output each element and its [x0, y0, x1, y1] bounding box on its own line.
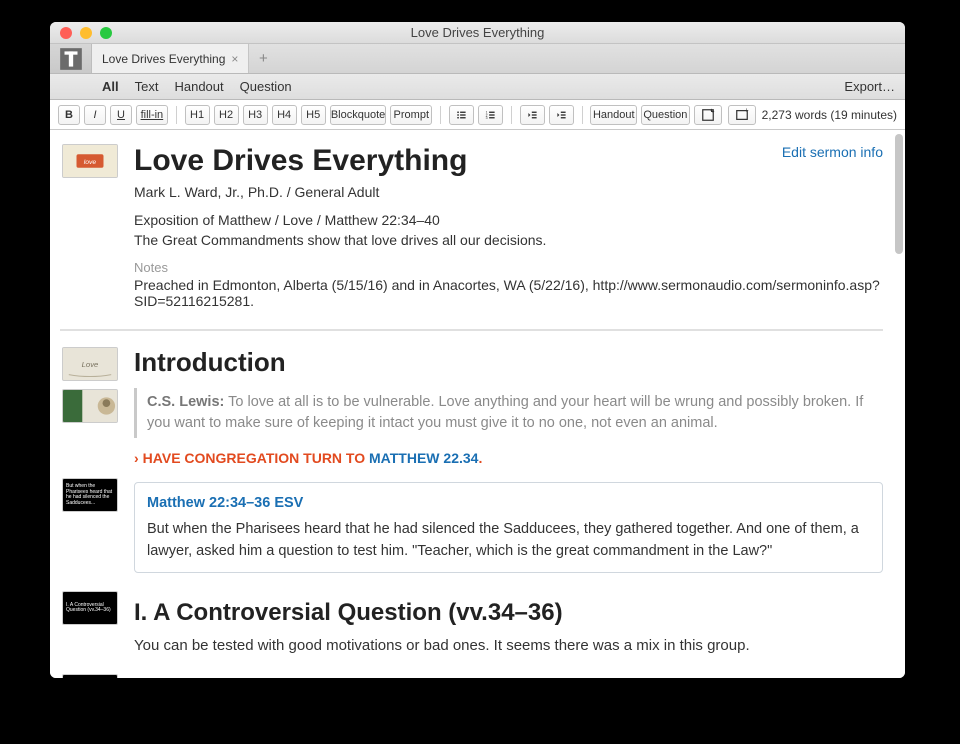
export-button[interactable]: Export… — [844, 79, 895, 94]
instruction-ref[interactable]: MATTHEW 22.34 — [369, 450, 478, 466]
svg-text:+: + — [744, 108, 748, 114]
chevron-right-icon: › — [134, 450, 139, 466]
insert-block-button[interactable] — [694, 105, 722, 125]
app-logo[interactable] — [50, 44, 92, 73]
new-tab-button[interactable]: + — [249, 44, 277, 73]
sermon-meta-1: Exposition of Matthew / Love / Matthew 2… — [134, 212, 883, 228]
separator — [511, 106, 512, 124]
svg-text:Love: Love — [82, 360, 99, 369]
scripture-reference[interactable]: Matthew 22:34–36 ESV — [147, 493, 870, 515]
italic-button[interactable]: I — [84, 105, 106, 125]
instruction-line[interactable]: ›HAVE CONGREGATION TURN TO MATTHEW 22.34… — [134, 450, 883, 466]
window-title: Love Drives Everything — [50, 25, 905, 40]
titlebar: Love Drives Everything — [50, 22, 905, 44]
svg-text:3: 3 — [486, 116, 488, 120]
separator — [440, 106, 441, 124]
filter-handout[interactable]: Handout — [174, 79, 223, 94]
h3-button[interactable]: H3 — [243, 105, 268, 125]
slide-thumbnail[interactable]: love — [62, 144, 118, 178]
blockquote-button[interactable]: Blockquote — [330, 105, 387, 125]
edit-sermon-info-link[interactable]: Edit sermon info — [782, 144, 883, 160]
intro-heading[interactable]: Introduction — [134, 347, 883, 378]
bullet-list-icon — [456, 108, 467, 122]
slide-thumbnail[interactable]: Good Question; Bad Motivation — [62, 674, 118, 678]
outdent-button[interactable] — [520, 105, 545, 125]
numbered-list-button[interactable]: 123 — [478, 105, 503, 125]
h2-button[interactable]: H2 — [214, 105, 239, 125]
byline: Mark L. Ward, Jr., Ph.D. / General Adult — [134, 184, 883, 200]
word-count: 2,273 words (19 minutes) — [762, 108, 897, 122]
h5-button[interactable]: H5 — [301, 105, 326, 125]
add-slide-icon: + — [735, 108, 749, 122]
filter-row: All Text Handout Question Export… — [50, 74, 905, 100]
filter-text[interactable]: Text — [135, 79, 159, 94]
outdent-icon — [527, 108, 538, 122]
question-button[interactable]: Question — [641, 105, 690, 125]
h1-button[interactable]: H1 — [185, 105, 210, 125]
separator — [176, 106, 177, 124]
document-title[interactable]: Love Drives Everything — [134, 144, 883, 178]
slide-thumbnail[interactable]: But when the Pharisees heard that he had… — [62, 478, 118, 512]
notes-label: Notes — [134, 260, 883, 275]
document-tab[interactable]: Love Drives Everything × — [92, 44, 249, 73]
slide-thumbnails-section1: I. A Controversial Question (vv.34–36) — [60, 591, 120, 625]
filter-question[interactable]: Question — [240, 79, 292, 94]
underline-button[interactable]: U — [110, 105, 132, 125]
section1-heading[interactable]: I. A Controversial Question (vv.34–36) — [134, 599, 883, 627]
filter-all[interactable]: All — [102, 79, 119, 94]
slide-thumbnail[interactable] — [62, 389, 118, 423]
format-toolbar: B I U fill-in H1 H2 H3 H4 H5 Blockquote … — [50, 100, 905, 130]
slide-thumbnail[interactable]: Love — [62, 347, 118, 381]
tabs-row: Love Drives Everything × + — [50, 44, 905, 74]
slide-thumbnails-sub: Good Question; Bad Motivation — [60, 674, 120, 678]
fillin-button[interactable]: fill-in — [136, 105, 168, 125]
scripture-text: But when the Pharisees heard that he had… — [147, 521, 859, 559]
insert-block-icon — [701, 108, 715, 122]
section1-body[interactable]: You can be tested with good motivations … — [134, 635, 883, 658]
document-content: love Edit sermon info Love Drives Everyt… — [50, 130, 905, 678]
scrollbar[interactable] — [895, 134, 903, 254]
indent-button[interactable] — [549, 105, 574, 125]
bulleted-list-button[interactable] — [449, 105, 474, 125]
slide-thumbnails-header: love — [60, 144, 120, 178]
quote-body: To love at all is to be vulnerable. Love… — [147, 394, 863, 431]
indent-icon — [556, 108, 567, 122]
separator — [582, 106, 583, 124]
svg-text:love: love — [84, 159, 97, 166]
notes-body: Preached in Edmonton, Alberta (5/15/16) … — [134, 277, 883, 309]
h4-button[interactable]: H4 — [272, 105, 297, 125]
bold-button[interactable]: B — [58, 105, 80, 125]
add-slide-button[interactable]: + — [728, 105, 756, 125]
instruction-text: HAVE CONGREGATION TURN TO — [143, 450, 369, 466]
handout-button[interactable]: Handout — [590, 105, 637, 125]
number-list-icon: 123 — [485, 108, 496, 122]
tab-label: Love Drives Everything — [102, 52, 225, 66]
slide-thumbnail[interactable]: I. A Controversial Question (vv.34–36) — [62, 591, 118, 625]
prompt-button[interactable]: Prompt — [390, 105, 432, 125]
quote-author: C.S. Lewis: — [147, 394, 224, 410]
tab-close-icon[interactable]: × — [231, 52, 238, 66]
app-window: Love Drives Everything Love Drives Every… — [50, 22, 905, 678]
slide-thumbnails-intro: Love — [60, 347, 120, 423]
logo-icon — [58, 46, 84, 72]
scripture-box[interactable]: Matthew 22:34–36 ESV But when the Pharis… — [134, 482, 883, 573]
quote-block[interactable]: C.S. Lewis: To love at all is to be vuln… — [134, 388, 883, 438]
section-divider — [60, 329, 883, 331]
sermon-meta-2: The Great Commandments show that love dr… — [134, 232, 883, 248]
slide-thumbnails-verse: But when the Pharisees heard that he had… — [60, 478, 120, 512]
